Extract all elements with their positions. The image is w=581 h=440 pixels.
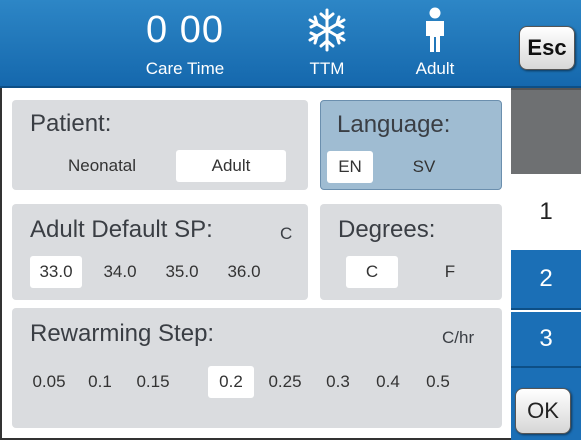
header-bar: 0 00 Care Time TTM Adult <box>0 0 581 88</box>
person-icon <box>415 6 455 54</box>
rewarming-option[interactable]: 0.15 <box>128 366 178 398</box>
rewarming-option[interactable]: 0.5 <box>416 366 460 398</box>
default-sp-option[interactable]: 36.0 <box>218 256 270 288</box>
adult-label: Adult <box>415 59 455 78</box>
snowflake-icon <box>305 6 349 54</box>
degrees-panel: Degrees: C F <box>320 204 502 300</box>
degrees-option-f[interactable]: F <box>424 256 476 288</box>
default-sp-option[interactable]: 33.0 <box>30 256 82 288</box>
rewarming-unit: C/hr <box>442 328 475 347</box>
patient-option-neonatal[interactable]: Neonatal <box>52 150 152 182</box>
care-time-label: Care Time <box>145 59 225 78</box>
rewarming-option[interactable]: 0.3 <box>316 366 360 398</box>
default-sp-unit: C <box>280 224 293 243</box>
default-sp-option[interactable]: 34.0 <box>94 256 146 288</box>
patient-title: Patient: <box>30 110 112 137</box>
language-title: Language: <box>337 111 451 138</box>
tab-blank <box>511 88 581 174</box>
rewarming-option[interactable]: 0.1 <box>78 366 122 398</box>
care-time-value: 0 00 <box>146 9 224 51</box>
rewarming-option[interactable]: 0.2 <box>208 366 254 398</box>
rewarming-option[interactable]: 0.25 <box>260 366 310 398</box>
settings-panel: Patient: Neonatal Adult Language: EN SV … <box>0 88 511 440</box>
default-sp-option[interactable]: 35.0 <box>156 256 208 288</box>
degrees-option-c[interactable]: C <box>346 256 398 288</box>
rewarming-option[interactable]: 0.4 <box>366 366 410 398</box>
degrees-title: Degrees: <box>338 216 436 243</box>
language-option-sv[interactable]: SV <box>401 151 447 183</box>
default-sp-panel: Adult Default SP: C 33.0 34.0 35.0 36.0 <box>12 204 308 300</box>
language-panel: Language: EN SV <box>320 100 502 190</box>
ok-button[interactable]: OK <box>515 388 571 434</box>
rewarming-panel: Rewarming Step: C/hr 0.05 0.1 0.15 0.2 0… <box>12 308 502 428</box>
rewarming-option[interactable]: 0.05 <box>24 366 74 398</box>
default-sp-title: Adult Default SP: <box>30 216 213 243</box>
esc-button[interactable]: Esc <box>519 26 575 70</box>
tab-2[interactable]: 2 <box>511 250 581 310</box>
patient-panel: Patient: Neonatal Adult <box>12 100 308 190</box>
rewarming-title: Rewarming Step: <box>30 320 215 347</box>
language-option-en[interactable]: EN <box>327 151 373 183</box>
tab-3[interactable]: 3 <box>511 312 581 368</box>
ttm-label: TTM <box>309 59 345 78</box>
patient-option-adult[interactable]: Adult <box>176 150 286 182</box>
tab-1[interactable]: 1 <box>511 174 581 250</box>
